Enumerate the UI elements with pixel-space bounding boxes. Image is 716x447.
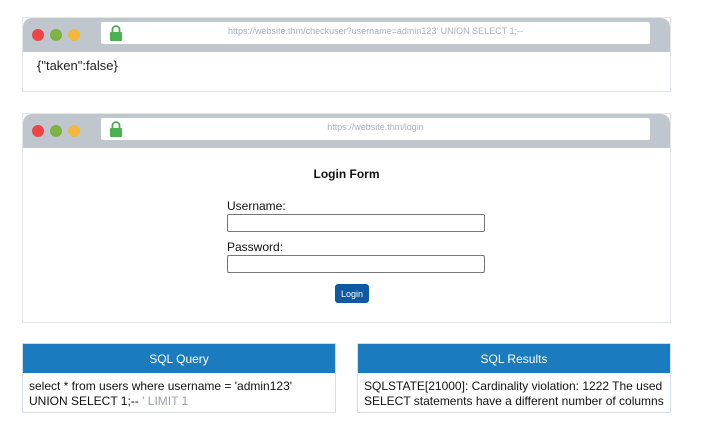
- username-label: Username:: [227, 199, 286, 213]
- close-window-dot[interactable]: [32, 29, 44, 41]
- address-bar[interactable]: https://website.thm/login: [101, 118, 650, 140]
- browser-toolbar: https://website.thm/login: [23, 114, 670, 148]
- sql-results-text: SQLSTATE[21000]: Cardinality violation: …: [364, 379, 664, 408]
- address-bar-url: https://website.thm/login: [327, 122, 424, 132]
- sql-results-panel: SQL Results SQLSTATE[21000]: Cardinality…: [357, 343, 671, 413]
- minimize-window-dot[interactable]: [68, 29, 80, 41]
- address-bar[interactable]: https://website.thm/checkuser?username=a…: [101, 22, 650, 44]
- sql-query-line2: UNION SELECT 1;--: [29, 394, 139, 408]
- login-button[interactable]: Login: [335, 284, 369, 303]
- browser-window-login: https://website.thm/login Login Form Use…: [22, 113, 671, 323]
- address-bar-url: https://website.thm/checkuser?username=a…: [228, 26, 523, 36]
- sql-query-line1: select * from users where username = 'ad…: [29, 379, 293, 393]
- minimize-window-dot[interactable]: [68, 125, 80, 137]
- password-label: Password:: [227, 240, 284, 254]
- password-input[interactable]: [227, 255, 485, 273]
- sql-query-title: SQL Query: [23, 344, 335, 373]
- login-form-title: Login Form: [313, 167, 380, 181]
- json-response: {"taken":false}: [37, 58, 118, 73]
- maximize-window-dot[interactable]: [50, 29, 62, 41]
- close-window-dot[interactable]: [32, 125, 44, 137]
- sql-results-title: SQL Results: [358, 344, 670, 373]
- username-input[interactable]: [227, 214, 485, 232]
- maximize-window-dot[interactable]: [50, 125, 62, 137]
- sql-query-text: select * from users where username = 'ad…: [23, 373, 335, 409]
- browser-window-checkuser: https://website.thm/checkuser?username=a…: [22, 17, 671, 92]
- sql-query-line2-muted: ' LIMIT 1: [138, 394, 189, 408]
- browser-toolbar: https://website.thm/checkuser?username=a…: [23, 18, 670, 52]
- sql-query-panel: SQL Query select * from users where user…: [22, 343, 336, 413]
